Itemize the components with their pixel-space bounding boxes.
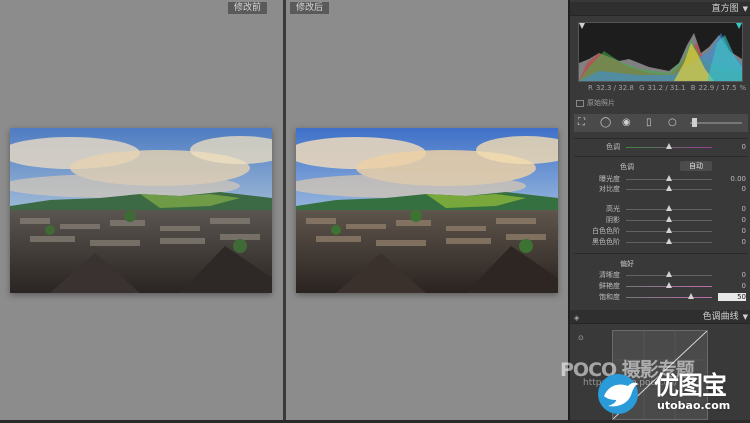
after-photo[interactable] bbox=[296, 128, 558, 293]
saturation-value-field[interactable]: 50 bbox=[718, 293, 746, 301]
histogram-title: 直方图 bbox=[711, 4, 739, 14]
contrast-row[interactable]: 对比度 0 bbox=[570, 184, 750, 194]
blacks-row[interactable]: 黑色色阶 0 bbox=[570, 237, 750, 247]
highlights-slider-thumb[interactable] bbox=[666, 205, 672, 211]
bird-logo-icon bbox=[592, 368, 648, 416]
collapse-triangle-icon[interactable]: ▼ bbox=[743, 313, 748, 321]
tool-strip: ⛶ ◯ ◉ ▯ ○ bbox=[574, 114, 748, 132]
tone-curve-header[interactable]: 色调曲线 ▼ bbox=[570, 310, 750, 324]
before-label: 修改前 bbox=[228, 2, 268, 14]
shadows-slider-thumb[interactable] bbox=[666, 216, 672, 222]
vibrance-row[interactable]: 鲜艳度 0 bbox=[570, 281, 750, 291]
divider bbox=[574, 138, 748, 139]
saturation-row[interactable]: 饱和度 50 bbox=[570, 292, 750, 302]
histogram-header[interactable]: 直方图 ▼ bbox=[570, 2, 750, 16]
radial-filter-icon[interactable]: ○ bbox=[668, 117, 677, 129]
divider bbox=[574, 253, 748, 254]
curve-point-icon[interactable]: ⊙ bbox=[578, 334, 584, 342]
auto-tone-button[interactable]: 自动 bbox=[680, 161, 712, 171]
tone-section-title: 色调 bbox=[620, 163, 634, 171]
photo-viewer: 修改前 修改后 bbox=[0, 0, 568, 420]
spot-removal-icon[interactable]: ◯ bbox=[600, 117, 611, 129]
clarity-slider-thumb[interactable] bbox=[666, 271, 672, 277]
original-photo-checkbox[interactable]: 原始照片 bbox=[576, 98, 615, 108]
graduated-filter-icon[interactable]: ▯ bbox=[646, 117, 652, 129]
divider bbox=[574, 156, 748, 157]
histogram bbox=[578, 22, 743, 82]
red-eye-icon[interactable]: ◉ bbox=[622, 117, 631, 129]
after-label: 修改后 bbox=[290, 2, 330, 14]
tint-slider-thumb[interactable] bbox=[666, 143, 672, 149]
clarity-row[interactable]: 清晰度 0 bbox=[570, 270, 750, 280]
compare-divider[interactable] bbox=[283, 0, 286, 420]
whites-slider-thumb[interactable] bbox=[666, 227, 672, 233]
exposure-slider-thumb[interactable] bbox=[666, 175, 672, 181]
tint-row[interactable]: 色调 0 bbox=[570, 142, 750, 152]
checkbox-icon[interactable] bbox=[576, 99, 584, 107]
whites-row[interactable]: 白色色阶 0 bbox=[570, 226, 750, 236]
crop-icon[interactable]: ⛶ bbox=[578, 117, 585, 129]
tone-curve-title: 色调曲线 bbox=[702, 312, 739, 322]
shadow-clip-icon[interactable] bbox=[579, 23, 585, 29]
saturation-slider-thumb[interactable] bbox=[687, 293, 694, 299]
brush-slider-handle[interactable] bbox=[692, 118, 697, 127]
utobao-watermark: 优图宝 bbox=[654, 371, 727, 400]
saturation-slider[interactable] bbox=[626, 297, 712, 298]
presence-section-title: 偏好 bbox=[620, 260, 634, 268]
rgb-readout: R 32.3 / 32.8 G 31.2 / 31.1 B 22.9 / 17.5% bbox=[588, 84, 747, 92]
blacks-slider-thumb[interactable] bbox=[666, 238, 672, 244]
brush-slider[interactable] bbox=[690, 122, 742, 124]
contrast-slider-thumb[interactable] bbox=[666, 185, 672, 191]
utobao-url-watermark: utobao.com bbox=[657, 399, 731, 412]
vibrance-slider-thumb[interactable] bbox=[666, 282, 672, 288]
collapse-triangle-icon[interactable]: ▼ bbox=[743, 5, 748, 13]
target-adjust-icon[interactable]: ◈ bbox=[574, 314, 579, 322]
shadows-row[interactable]: 阴影 0 bbox=[570, 215, 750, 225]
exposure-row[interactable]: 曝光度 0.00 bbox=[570, 174, 750, 184]
before-photo[interactable] bbox=[10, 128, 272, 293]
highlight-clip-icon[interactable] bbox=[736, 23, 742, 29]
highlights-row[interactable]: 高光 0 bbox=[570, 204, 750, 214]
